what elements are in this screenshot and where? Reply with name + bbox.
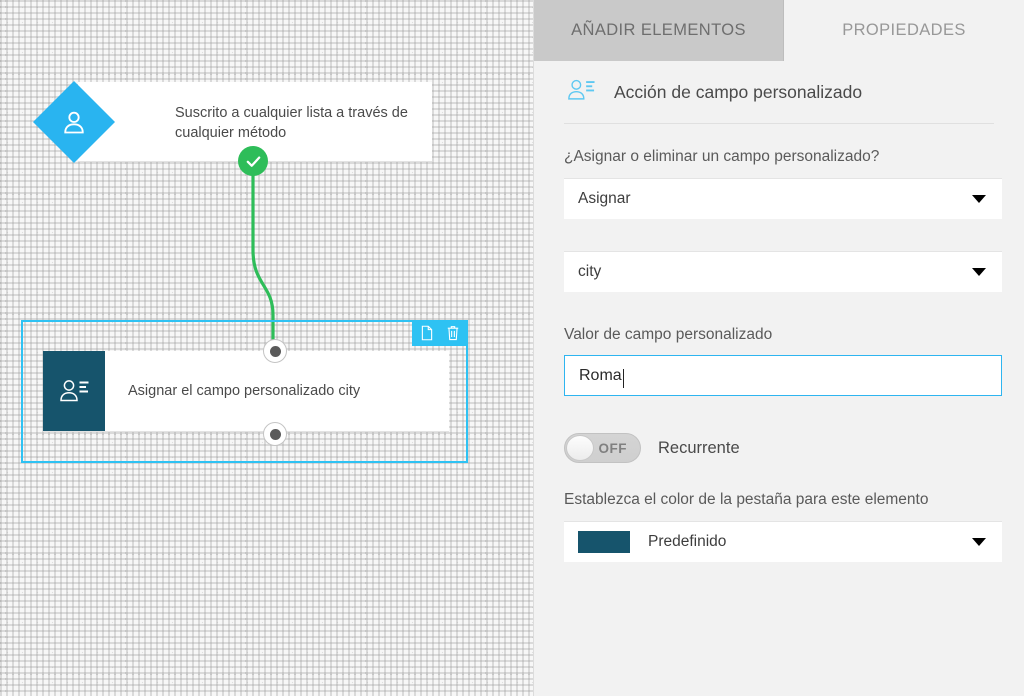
panel-tabs: AÑADIR ELEMENTOS PROPIEDADES bbox=[534, 0, 1024, 61]
color-swatch bbox=[578, 531, 630, 553]
recurrent-label: Recurrente bbox=[658, 438, 740, 457]
toggle-knob bbox=[566, 435, 594, 461]
trigger-node[interactable]: Suscrito a cualquier lista a través de c… bbox=[32, 80, 432, 164]
node-toolbar bbox=[412, 320, 468, 346]
tab-color-label: Establezca el color de la pestaña para e… bbox=[564, 491, 929, 508]
grid-line bbox=[0, 554, 533, 555]
assign-or-remove-select[interactable]: Asignar bbox=[564, 178, 1002, 219]
duplicate-icon[interactable] bbox=[419, 325, 435, 342]
connector-dot-output[interactable] bbox=[263, 422, 287, 446]
chevron-down-icon bbox=[972, 268, 986, 276]
panel-body: Acción de campo personalizado ¿Asignar o… bbox=[534, 61, 1024, 696]
action-node[interactable]: Asignar el campo personalizado city bbox=[21, 320, 468, 463]
grid-line bbox=[0, 314, 533, 315]
action-node-card[interactable]: Asignar el campo personalizado city bbox=[43, 351, 449, 432]
custom-field-value-input[interactable]: Roma bbox=[564, 355, 1002, 396]
custom-field-select[interactable]: city bbox=[564, 251, 1002, 292]
action-node-label: Asignar el campo personalizado city bbox=[128, 383, 361, 399]
check-circle-icon bbox=[238, 146, 268, 176]
recurrent-toggle-state: OFF bbox=[598, 440, 627, 456]
trigger-node-label: Suscrito a cualquier lista a través de c… bbox=[175, 105, 408, 141]
custom-field-icon bbox=[564, 76, 598, 109]
custom-field-value-label: Valor de campo personalizado bbox=[564, 326, 773, 343]
grid-line bbox=[5, 0, 6, 696]
connector-dot-input[interactable] bbox=[263, 339, 287, 363]
properties-panel: AÑADIR ELEMENTOS PROPIEDADES Acción de c… bbox=[533, 0, 1024, 696]
custom-field-value: city bbox=[578, 263, 602, 280]
tab-color-value: Predefinido bbox=[648, 533, 727, 550]
workflow-editor: Suscrito a cualquier lista a través de c… bbox=[0, 0, 1024, 696]
grid-line bbox=[0, 674, 533, 675]
assign-or-remove-value: Asignar bbox=[578, 190, 631, 207]
grid-line bbox=[0, 194, 533, 195]
assign-or-remove-label: ¿Asignar o eliminar un campo personaliza… bbox=[564, 148, 880, 165]
delete-icon[interactable] bbox=[445, 325, 461, 342]
section-title: Acción de campo personalizado bbox=[614, 81, 863, 102]
grid-line bbox=[0, 74, 533, 75]
workflow-canvas[interactable]: Suscrito a cualquier lista a través de c… bbox=[0, 0, 533, 696]
tab-anadir-elementos[interactable]: AÑADIR ELEMENTOS bbox=[534, 0, 784, 61]
custom-field-value-text: Roma bbox=[579, 366, 622, 384]
section-header: Acción de campo personalizado bbox=[564, 61, 994, 123]
person-icon bbox=[34, 82, 114, 162]
trigger-node-diamond bbox=[32, 80, 116, 164]
chevron-down-icon bbox=[972, 195, 986, 203]
chevron-down-icon bbox=[972, 538, 986, 546]
text-caret bbox=[622, 369, 624, 388]
recurrent-row: OFF Recurrente bbox=[564, 433, 994, 463]
grid-line bbox=[485, 0, 486, 696]
tab-propiedades[interactable]: PROPIEDADES bbox=[784, 0, 1024, 61]
recurrent-toggle[interactable]: OFF bbox=[564, 433, 641, 463]
tab-color-select[interactable]: Predefinido bbox=[564, 521, 1002, 562]
custom-field-icon bbox=[43, 351, 105, 431]
